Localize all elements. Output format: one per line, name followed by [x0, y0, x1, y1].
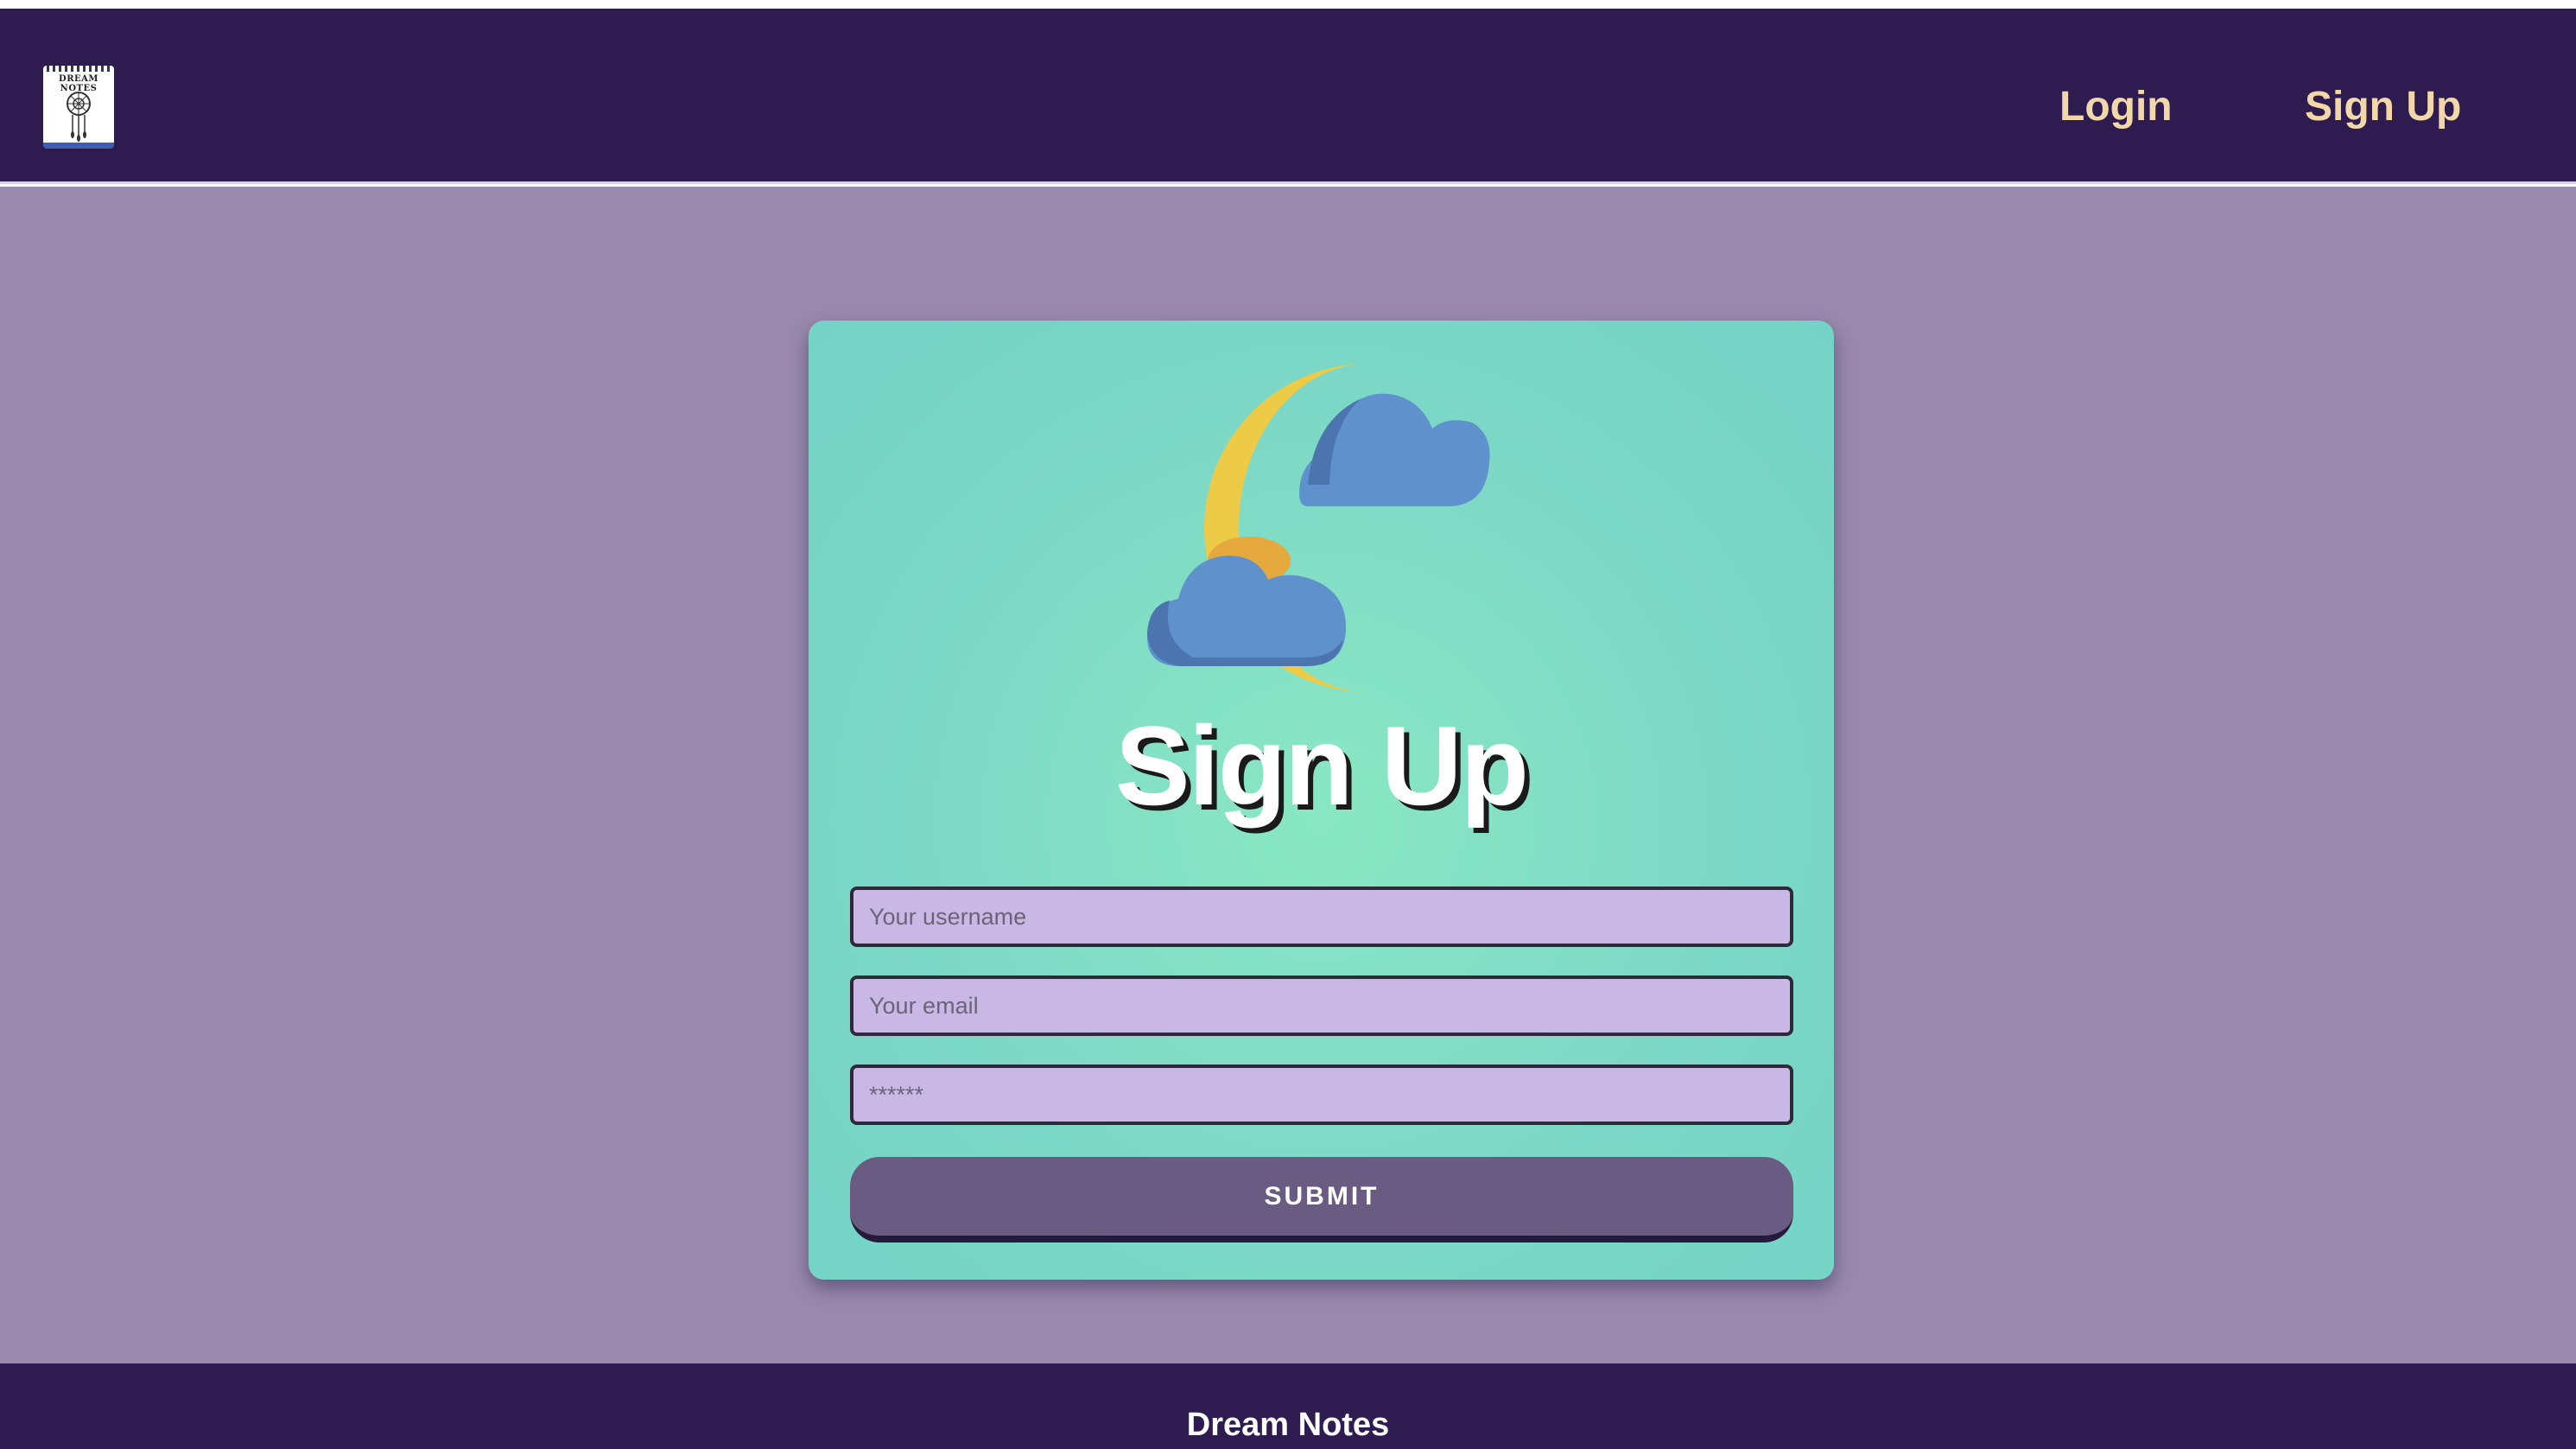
signup-card: Sign Up SUBMIT: [809, 321, 1834, 1280]
submit-button[interactable]: SUBMIT: [850, 1157, 1793, 1242]
top-strip: [0, 0, 2576, 9]
page-title: Sign Up: [1114, 702, 1529, 829]
nav-signup-link[interactable]: Sign Up: [2305, 76, 2461, 138]
navbar: DREAM NOTES Login Sign Up: [0, 9, 2576, 184]
footer: Dream Notes: [0, 1363, 2576, 1449]
email-input[interactable]: [850, 976, 1793, 1036]
nav-login-link[interactable]: Login: [2059, 76, 2173, 138]
upper-cloud-shape: [1299, 393, 1490, 506]
main-content: Sign Up SUBMIT: [0, 187, 2576, 1363]
username-input[interactable]: [850, 887, 1793, 947]
logo-link[interactable]: DREAM NOTES: [43, 66, 114, 149]
moon-clouds-icon: [1146, 364, 1490, 692]
footer-title: Dream Notes: [1186, 1407, 1390, 1443]
password-input[interactable]: [850, 1065, 1793, 1125]
dreamcatcher-icon: [67, 92, 91, 142]
lower-cloud-shape: [1146, 556, 1346, 666]
